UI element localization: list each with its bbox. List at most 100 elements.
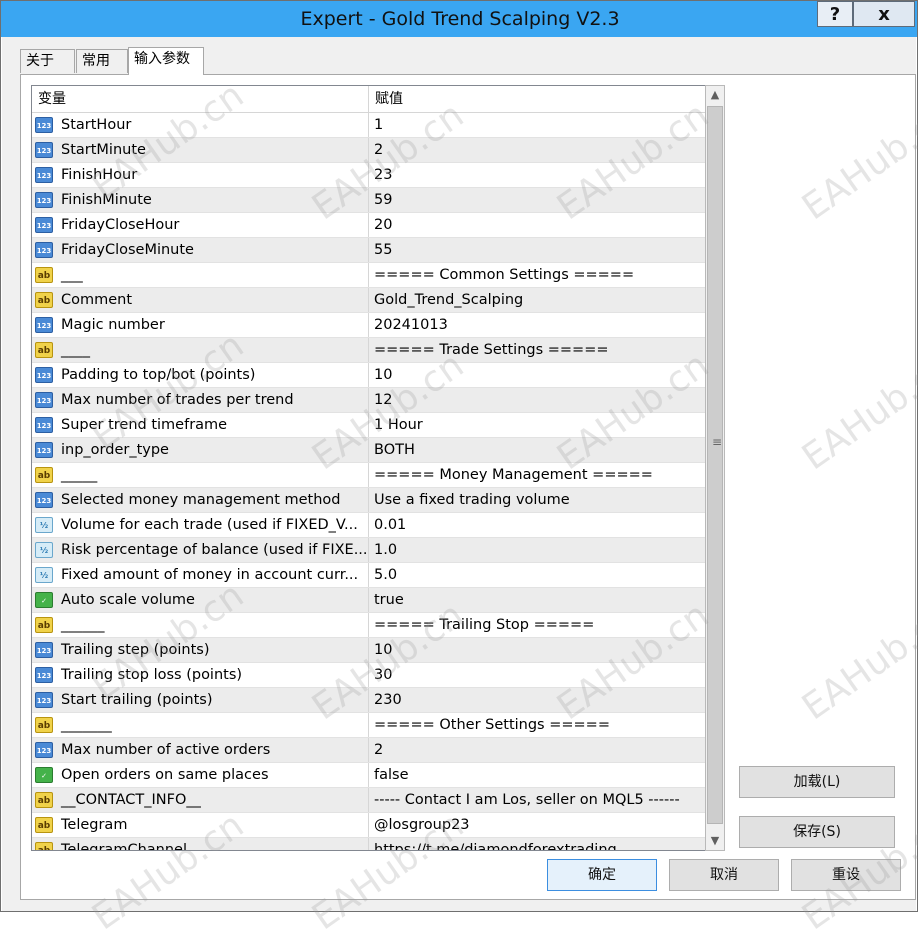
- parameter-value[interactable]: 12: [369, 388, 705, 412]
- parameter-value[interactable]: 59: [369, 188, 705, 212]
- integer-type-icon: 123: [35, 317, 53, 333]
- parameter-row[interactable]: ab _______ ===== Other Settings =====: [32, 713, 705, 738]
- parameter-value[interactable]: 30: [369, 663, 705, 687]
- parameter-value[interactable]: ===== Trailing Stop =====: [369, 613, 705, 637]
- parameter-name-cell: ½ Volume for each trade (used if FIXED_V.…: [32, 513, 369, 537]
- parameter-value[interactable]: ===== Common Settings =====: [369, 263, 705, 287]
- parameter-value[interactable]: Gold_Trend_Scalping: [369, 288, 705, 312]
- parameter-value[interactable]: Use a fixed trading volume: [369, 488, 705, 512]
- parameter-value[interactable]: ===== Money Management =====: [369, 463, 705, 487]
- parameter-row[interactable]: ab ___ ===== Common Settings =====: [32, 263, 705, 288]
- parameter-value[interactable]: @losgroup23: [369, 813, 705, 837]
- scroll-down-icon[interactable]: ▼: [706, 832, 724, 850]
- ok-button[interactable]: 确定: [547, 859, 657, 891]
- parameter-name-cell: 123 Max number of active orders: [32, 738, 369, 762]
- parameter-name: __CONTACT_INFO__: [61, 791, 201, 808]
- column-header-value[interactable]: 赋值: [369, 86, 403, 112]
- parameter-row[interactable]: 123 Start trailing (points) 230: [32, 688, 705, 713]
- parameter-name-cell: ½ Fixed amount of money in account curr..…: [32, 563, 369, 587]
- parameter-row[interactable]: 123 StartHour 1: [32, 113, 705, 138]
- parameter-value[interactable]: 20241013: [369, 313, 705, 337]
- parameter-value[interactable]: true: [369, 588, 705, 612]
- parameter-value[interactable]: 230: [369, 688, 705, 712]
- reset-button[interactable]: 重设: [791, 859, 901, 891]
- parameter-row[interactable]: ab _____ ===== Money Management =====: [32, 463, 705, 488]
- parameter-row[interactable]: 123 Max number of active orders 2: [32, 738, 705, 763]
- parameter-row[interactable]: 123 Trailing stop loss (points) 30: [32, 663, 705, 688]
- parameter-row[interactable]: ab ______ ===== Trailing Stop =====: [32, 613, 705, 638]
- tab-inputs[interactable]: 输入参数: [128, 47, 204, 75]
- parameter-row[interactable]: 123 FridayCloseHour 20: [32, 213, 705, 238]
- parameter-row[interactable]: 123 Magic number 20241013: [32, 313, 705, 338]
- tab-about[interactable]: 关于: [20, 49, 75, 73]
- parameter-value[interactable]: false: [369, 763, 705, 787]
- parameter-row[interactable]: ab TelegramChannel https://t.me/diamondfor…: [32, 838, 705, 851]
- string-type-icon: ab: [35, 792, 53, 808]
- boolean-type-icon: ✓: [35, 767, 53, 783]
- parameter-name: ___: [61, 266, 83, 283]
- tab-common[interactable]: 常用: [76, 49, 128, 73]
- parameter-row[interactable]: 123 Selected money management method Use a…: [32, 488, 705, 513]
- integer-type-icon: 123: [35, 392, 53, 408]
- parameter-value[interactable]: 55: [369, 238, 705, 262]
- parameter-value[interactable]: 5.0: [369, 563, 705, 587]
- parameter-name-cell: 123 Magic number: [32, 313, 369, 337]
- parameter-value[interactable]: BOTH: [369, 438, 705, 462]
- parameter-row[interactable]: 123 FridayCloseMinute 55: [32, 238, 705, 263]
- parameter-row[interactable]: ✓ Open orders on same places false: [32, 763, 705, 788]
- parameter-name: TelegramChannel: [61, 841, 187, 851]
- help-button[interactable]: ?: [817, 1, 853, 27]
- parameter-row[interactable]: 123 Padding to top/bot (points) 10: [32, 363, 705, 388]
- parameter-row[interactable]: 123 inp_order_type BOTH: [32, 438, 705, 463]
- parameter-value[interactable]: ----- Contact I am Los, seller on MQL5 -…: [369, 788, 705, 812]
- grid-scrollbar[interactable]: ▲ ≡ ▼: [705, 85, 725, 851]
- cancel-button[interactable]: 取消: [669, 859, 779, 891]
- parameter-value[interactable]: 1 Hour: [369, 413, 705, 437]
- parameter-row[interactable]: ab ____ ===== Trade Settings =====: [32, 338, 705, 363]
- grid-header: 变量 赋值: [32, 86, 705, 113]
- parameter-value[interactable]: https://t.me/diamondforextrading: [369, 838, 705, 850]
- parameter-name-cell: ab __CONTACT_INFO__: [32, 788, 369, 812]
- parameter-row[interactable]: ab __CONTACT_INFO__ ----- Contact I am Los…: [32, 788, 705, 813]
- parameter-row[interactable]: 123 StartMinute 2: [32, 138, 705, 163]
- parameter-row[interactable]: 123 Trailing step (points) 10: [32, 638, 705, 663]
- parameter-value[interactable]: 10: [369, 638, 705, 662]
- integer-type-icon: 123: [35, 167, 53, 183]
- parameter-name-cell: 123 FridayCloseHour: [32, 213, 369, 237]
- parameter-name-cell: 123 FridayCloseMinute: [32, 238, 369, 262]
- parameter-row[interactable]: 123 FinishMinute 59: [32, 188, 705, 213]
- parameter-value[interactable]: 10: [369, 363, 705, 387]
- parameter-row[interactable]: 123 Super trend timeframe 1 Hour: [32, 413, 705, 438]
- close-button[interactable]: x: [853, 1, 915, 27]
- integer-type-icon: 123: [35, 642, 53, 658]
- parameter-value[interactable]: ===== Other Settings =====: [369, 713, 705, 737]
- parameter-row[interactable]: 123 Max number of trades per trend 12: [32, 388, 705, 413]
- parameter-row[interactable]: 123 FinishHour 23: [32, 163, 705, 188]
- parameter-value[interactable]: 20: [369, 213, 705, 237]
- string-type-icon: ab: [35, 467, 53, 483]
- save-button[interactable]: 保存(S): [739, 816, 895, 848]
- scroll-up-icon[interactable]: ▲: [706, 86, 724, 104]
- parameter-row[interactable]: ab Comment Gold_Trend_Scalping: [32, 288, 705, 313]
- scroll-thumb[interactable]: ≡: [707, 106, 723, 824]
- parameter-value[interactable]: 1.0: [369, 538, 705, 562]
- parameter-row[interactable]: ½ Fixed amount of money in account curr..…: [32, 563, 705, 588]
- parameter-row[interactable]: ½ Volume for each trade (used if FIXED_V.…: [32, 513, 705, 538]
- parameter-name: Trailing stop loss (points): [61, 666, 243, 683]
- parameter-name-cell: 123 Super trend timeframe: [32, 413, 369, 437]
- double-type-icon: ½: [35, 542, 53, 558]
- parameter-name: ______: [61, 616, 105, 633]
- expert-properties-window: Expert - Gold Trend Scalping V2.3 ? x 关于…: [0, 0, 918, 938]
- parameter-value[interactable]: 23: [369, 163, 705, 187]
- parameter-value[interactable]: 2: [369, 138, 705, 162]
- parameter-value[interactable]: 1: [369, 113, 705, 137]
- parameter-value[interactable]: ===== Trade Settings =====: [369, 338, 705, 362]
- load-button[interactable]: 加载(L): [739, 766, 895, 798]
- parameter-row[interactable]: ✓ Auto scale volume true: [32, 588, 705, 613]
- parameter-name-cell: ab _______: [32, 713, 369, 737]
- parameter-row[interactable]: ab Telegram @losgroup23: [32, 813, 705, 838]
- parameter-value[interactable]: 2: [369, 738, 705, 762]
- column-header-variable[interactable]: 变量: [32, 86, 369, 112]
- parameter-value[interactable]: 0.01: [369, 513, 705, 537]
- parameter-row[interactable]: ½ Risk percentage of balance (used if FIX…: [32, 538, 705, 563]
